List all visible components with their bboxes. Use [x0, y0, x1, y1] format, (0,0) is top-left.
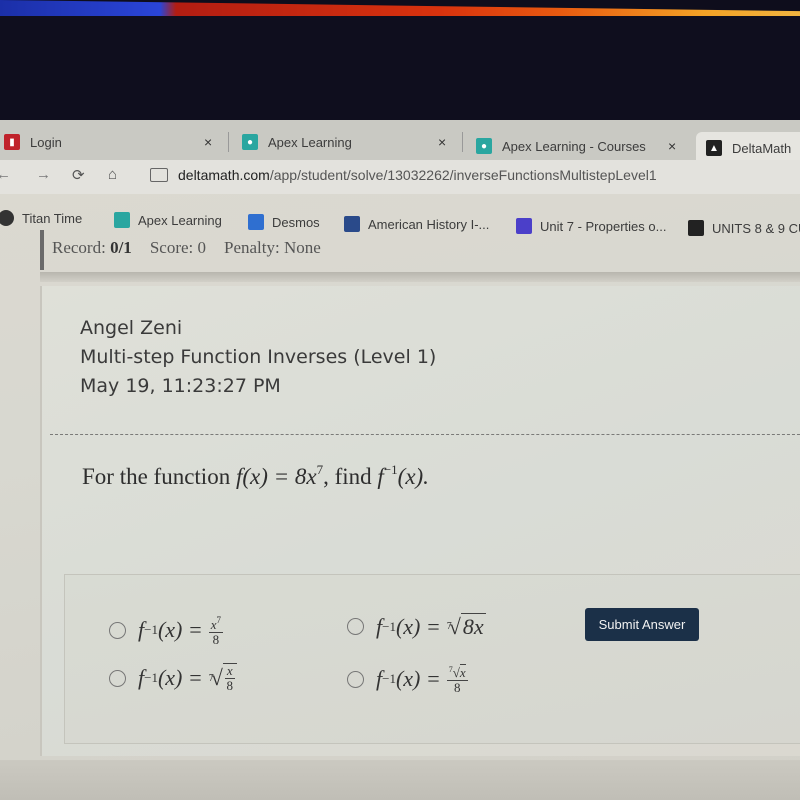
fraction: 7√x 8	[446, 664, 468, 695]
close-icon[interactable]: ×	[438, 134, 446, 150]
close-icon[interactable]: ×	[668, 138, 676, 154]
classroom-icon	[688, 220, 704, 236]
answer-choices-box: f −1 (x) = x7 8 f −1 (x) = 7 √ 8x f −1 (x) = 7 √ …	[64, 574, 800, 744]
penalty-stat: Penalty: None	[224, 238, 321, 257]
answer-choice-1[interactable]: f −1 (x) = x7 8	[109, 613, 224, 647]
url-host: deltamath.com	[178, 167, 270, 183]
bookmark-unit-7[interactable]: Unit 7 - Properties o...	[516, 218, 666, 234]
radio-button[interactable]	[347, 618, 364, 635]
answer-choice-2[interactable]: f −1 (x) = 7 √ 8x	[347, 613, 486, 640]
submit-answer-button[interactable]: Submit Answer	[585, 608, 699, 641]
bookmark-label: Titan Time	[22, 210, 83, 226]
fraction: x7 8	[208, 615, 224, 647]
tab-separator	[462, 132, 463, 152]
address-bar[interactable]: deltamath.com /app/student/solve/1303226…	[150, 167, 657, 183]
forward-icon[interactable]: →	[36, 166, 51, 183]
home-icon[interactable]: ⌂	[108, 166, 117, 183]
bookmark-desmos[interactable]: Desmos	[248, 214, 320, 230]
close-icon[interactable]: ×	[204, 134, 212, 150]
page-bottom	[0, 760, 800, 800]
bookmark-label: Unit 7 - Properties o...	[540, 218, 667, 234]
url-path: /app/student/solve/13032262/inverseFunct…	[269, 167, 657, 183]
radio-button[interactable]	[109, 669, 126, 687]
tab-title: Apex Learning	[268, 134, 352, 150]
radio-button[interactable]	[347, 670, 364, 688]
forms-icon	[516, 218, 532, 234]
monitor-bezel	[0, 16, 800, 126]
timestamp: May 19, 11:23:27 PM	[80, 375, 281, 397]
panel-shadow	[40, 272, 800, 282]
page-info-icon[interactable]	[150, 168, 168, 182]
bookmark-units-8-9[interactable]: UNITS 8 & 9 CU	[688, 220, 800, 236]
tab-title: DeltaMath	[732, 140, 792, 156]
browser-window: ▮ Login × ● Apex Learning × ● Apex Learn…	[0, 120, 800, 800]
tab-apex-learning[interactable]: ● Apex Learning ×	[242, 126, 462, 158]
fraction: x8	[224, 663, 235, 694]
answer-choice-4[interactable]: f −1 (x) = 7√x 8	[347, 663, 468, 695]
tab-strip: ▮ Login × ● Apex Learning × ● Apex Learn…	[0, 120, 800, 164]
score-stat: Score: 0	[149, 238, 206, 257]
login-favicon: ▮	[4, 134, 20, 150]
apex-favicon	[114, 212, 130, 228]
tab-title: Login	[30, 134, 62, 150]
problem-meta: Angel Zeni Multi-step Function Inverses …	[80, 314, 436, 401]
bookmark-label: Apex Learning	[138, 212, 222, 228]
reload-icon[interactable]: ⟳	[72, 166, 85, 184]
deltamath-favicon: ▲	[706, 140, 722, 156]
record-bar-edge	[40, 230, 44, 270]
record-stat: Record: 0/1	[52, 238, 132, 257]
bookmark-american-history[interactable]: American History I-...	[344, 216, 489, 232]
tab-title: Apex Learning - Courses	[502, 138, 646, 154]
bookmarks-bar: Titan Time Apex Learning Desmos American…	[0, 206, 800, 236]
answer-choice-3[interactable]: f −1 (x) = 7 √ x8	[109, 663, 237, 693]
record-summary: Record: 0/1 Score: 0 Penalty: None	[52, 238, 321, 258]
desmos-icon	[248, 214, 264, 230]
bookmark-apex-learning[interactable]: Apex Learning	[114, 212, 222, 228]
dashed-divider	[50, 434, 800, 435]
bookmark-label: UNITS 8 & 9 CU	[712, 220, 800, 236]
bookmark-label: American History I-...	[368, 216, 490, 232]
apex-favicon: ●	[476, 138, 492, 154]
tab-login[interactable]: ▮ Login ×	[4, 126, 224, 158]
radio-button[interactable]	[109, 621, 126, 639]
student-name: Angel Zeni	[80, 317, 183, 339]
function-expression: f(x) = 8x	[235, 464, 317, 489]
bookmark-label: Desmos	[272, 214, 320, 230]
bookmark-titan-time[interactable]: Titan Time	[0, 210, 82, 226]
titan-time-icon	[0, 210, 14, 226]
book-icon	[344, 216, 360, 232]
assignment-title: Multi-step Function Inverses (Level 1)	[80, 346, 437, 368]
apex-favicon: ●	[242, 134, 258, 150]
tab-apex-courses[interactable]: ● Apex Learning - Courses ×	[476, 130, 690, 162]
browser-toolbar: ← → ⟳ ⌂ deltamath.com /app/student/solve…	[0, 160, 800, 194]
back-icon[interactable]: ←	[0, 166, 11, 183]
problem-card: Angel Zeni Multi-step Function Inverses …	[40, 286, 800, 756]
question-text: For the function f(x) = 8x7, find f−1(x)…	[82, 462, 429, 489]
tab-separator	[228, 132, 229, 152]
